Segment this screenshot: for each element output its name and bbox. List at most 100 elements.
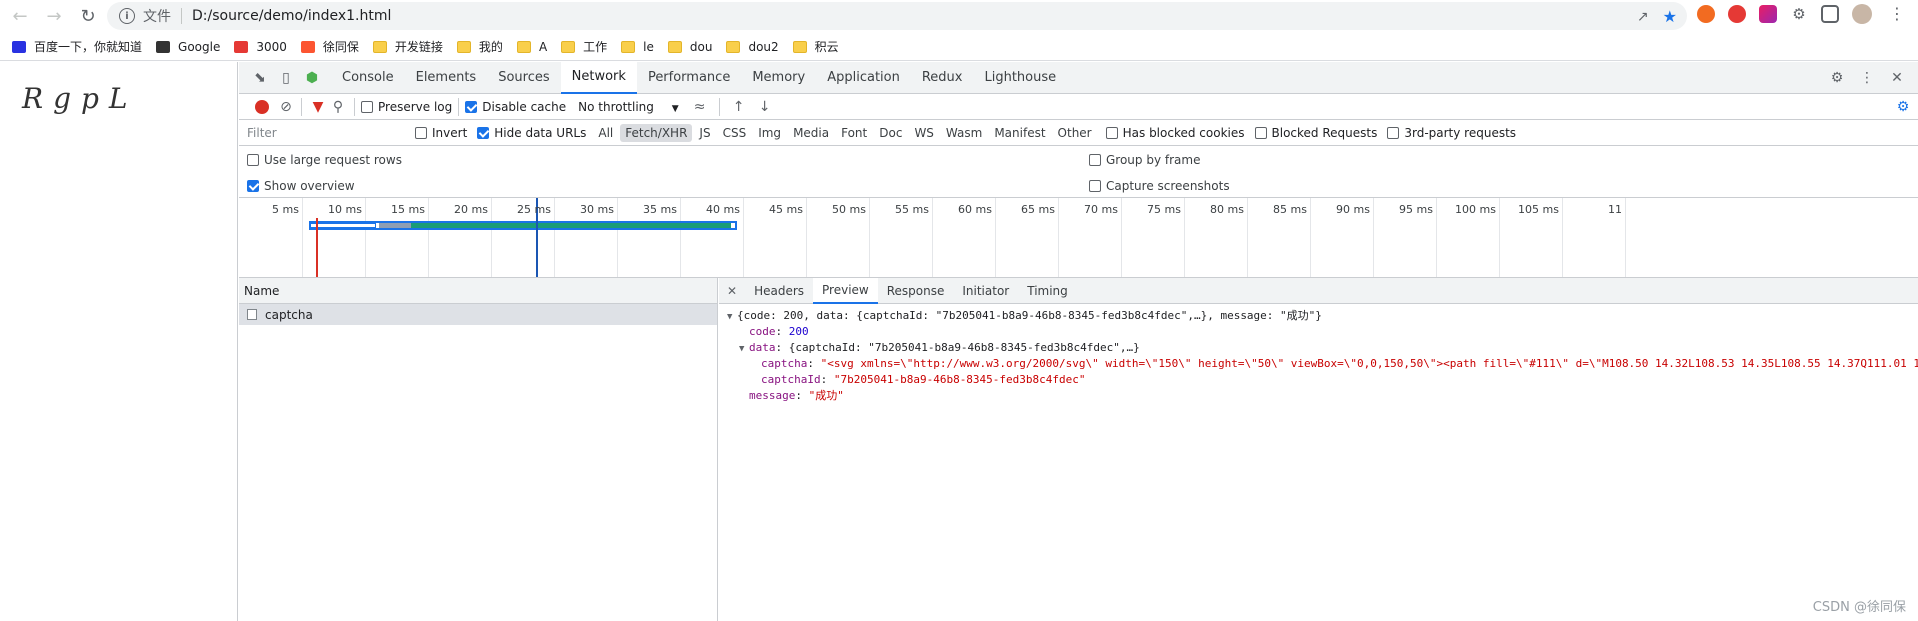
type-filter-fetch-xhr[interactable]: Fetch/XHR [620,123,693,142]
vue-hex-icon[interactable]: ⬢ [299,66,325,90]
disable-cache-checkbox[interactable]: Disable cache [465,100,566,114]
group-by-frame-checkbox[interactable]: Group by frame [1089,153,1200,167]
record-icon[interactable] [255,99,269,114]
third-party-checkbox[interactable]: 3rd-party requests [1387,126,1516,140]
device-toolbar-icon[interactable]: ▯ [273,66,299,90]
type-filter-js[interactable]: JS [694,124,715,142]
large-rows-checkbox[interactable]: Use large request rows [247,153,402,167]
type-filter-img[interactable]: Img [753,124,786,142]
capture-screenshots-checkbox[interactable]: Capture screenshots [1089,179,1230,193]
google-icon [156,40,171,53]
json-captchaid: captchaId: "7b205041-b8a9-46b8-8345-fed3… [761,373,1086,386]
share-icon[interactable]: ↗ [1637,9,1649,25]
extension-3-icon[interactable] [1759,5,1777,23]
bookmark-item[interactable]: A [516,40,547,54]
preserve-log-checkbox[interactable]: Preserve log [361,100,452,114]
reload-icon[interactable]: ↻ [74,2,102,30]
timeline-tick-label: 50 ms [832,203,866,216]
hide-data-urls-checkbox[interactable]: Hide data URLs [477,126,586,140]
bookmark-item[interactable]: Google [156,40,220,54]
json-root[interactable]: ▼ {code: 200, data: {captchaId: "7b205041… [719,308,1918,324]
url-text[interactable]: D:/source/demo/index1.html [192,8,391,24]
tab-network[interactable]: Network [560,61,637,94]
tab-redux[interactable]: Redux [911,62,974,94]
json-data[interactable]: ▼ data: {captchaId: "7b205041-b8a9-46b8-8… [719,340,1918,356]
tab-elements[interactable]: Elements [405,62,488,94]
bookmark-item[interactable]: dou2 [726,40,779,54]
bookmark-item[interactable]: 工作 [561,38,607,55]
search-icon[interactable]: ⚲ [328,95,348,119]
timeline-tick-label: 15 ms [391,203,425,216]
timeline-gridline [680,198,681,277]
tab-response[interactable]: Response [878,278,954,304]
bookmark-star-icon[interactable]: ★ [1663,7,1677,26]
timeline-tick-label: 105 ms [1518,203,1559,216]
tab-performance[interactable]: Performance [637,62,741,94]
close-detail-icon[interactable]: ✕ [719,284,745,298]
address-bar[interactable]: i 文件 D:/source/demo/index1.html ↗ ★ [107,2,1687,30]
type-filter-font[interactable]: Font [836,124,872,142]
tab-sources[interactable]: Sources [487,62,560,94]
inspect-element-icon[interactable]: ⬊ [247,66,273,90]
app-icon [234,40,249,53]
import-har-icon[interactable]: ↑ [726,95,752,119]
bookmark-item[interactable]: 徐同保 [300,38,359,55]
show-overview-checkbox[interactable]: Show overview [247,179,355,193]
type-filter-wasm[interactable]: Wasm [941,124,987,142]
timeline-gridline [1310,198,1311,277]
name-column-header[interactable]: Name [239,278,717,304]
menu-kebab-icon[interactable]: ⋮ [1888,5,1906,23]
extensions-puzzle-icon[interactable]: ⚙ [1790,5,1808,23]
invert-checkbox[interactable]: Invert [415,126,467,140]
filter-icon[interactable]: ▼ [308,95,328,119]
bookmark-item[interactable]: 我的 [456,38,503,55]
network-conditions-icon[interactable]: ≈ [687,95,713,119]
folder-icon [621,40,636,53]
tab-lighthouse[interactable]: Lighthouse [973,62,1067,94]
extension-1-icon[interactable] [1697,5,1715,23]
has-blocked-cookies-checkbox[interactable]: Has blocked cookies [1105,126,1245,140]
request-row[interactable]: captcha [239,304,717,325]
tab-initiator[interactable]: Initiator [953,278,1018,304]
tab-memory[interactable]: Memory [741,62,816,94]
throttling-select[interactable]: No throttling ▼ [578,100,679,114]
close-icon[interactable]: ✕ [1884,66,1910,90]
settings-gear-icon[interactable]: ⚙ [1824,66,1850,90]
tab-headers[interactable]: Headers [745,278,813,304]
request-name: captcha [265,307,313,322]
browser-toolbar: ← → ↻ i 文件 D:/source/demo/index1.html ↗ … [0,0,1918,32]
type-filter-css[interactable]: CSS [718,124,752,142]
tab-preview[interactable]: Preview [813,277,878,304]
avatar[interactable] [1852,4,1872,24]
type-filter-doc[interactable]: Doc [874,124,907,142]
devtools-panel: ⬊ ▯ ⬢ Console Elements Sources Network Perfo… [239,61,1918,621]
forward-icon[interactable]: → [40,2,68,30]
more-options-icon[interactable]: ⋮ [1854,66,1880,90]
bookmark-item[interactable]: le [621,40,654,54]
tab-timing[interactable]: Timing [1018,278,1077,304]
bookmark-item[interactable]: dou [667,40,712,54]
captcha-image[interactable]: RgpL [22,82,138,115]
type-filter-ws[interactable]: WS [909,124,938,142]
type-filter-media[interactable]: Media [788,124,834,142]
sidepanel-icon[interactable] [1821,5,1839,23]
tab-console[interactable]: Console [331,62,405,94]
bookmark-item[interactable]: 开发链接 [372,38,443,55]
timeline-overview[interactable]: 5 ms 10 ms 15 ms 20 ms 25 ms 30 ms 35 ms 40 ms 4… [239,198,1918,278]
network-settings-gear-icon[interactable]: ⚙ [1890,95,1916,119]
export-har-icon[interactable]: ↓ [752,95,778,119]
bookmark-item[interactable]: 3000 [234,40,287,54]
clear-icon[interactable]: ⊘ [277,95,295,119]
extension-2-icon[interactable] [1728,5,1746,23]
tab-application[interactable]: Application [816,62,911,94]
bookmark-item[interactable]: 积云 [792,38,839,55]
back-icon[interactable]: ← [6,2,34,30]
info-icon[interactable]: i [119,8,135,24]
bookmark-item[interactable]: 百度一下，你就知道 [12,38,142,55]
blocked-requests-checkbox[interactable]: Blocked Requests [1254,126,1377,140]
type-filter-manifest[interactable]: Manifest [989,124,1050,142]
type-filter-other[interactable]: Other [1053,124,1097,142]
filter-input[interactable]: Filter [243,123,403,143]
type-filter-all[interactable]: All [593,124,618,142]
timeline-tick-label: 45 ms [769,203,803,216]
